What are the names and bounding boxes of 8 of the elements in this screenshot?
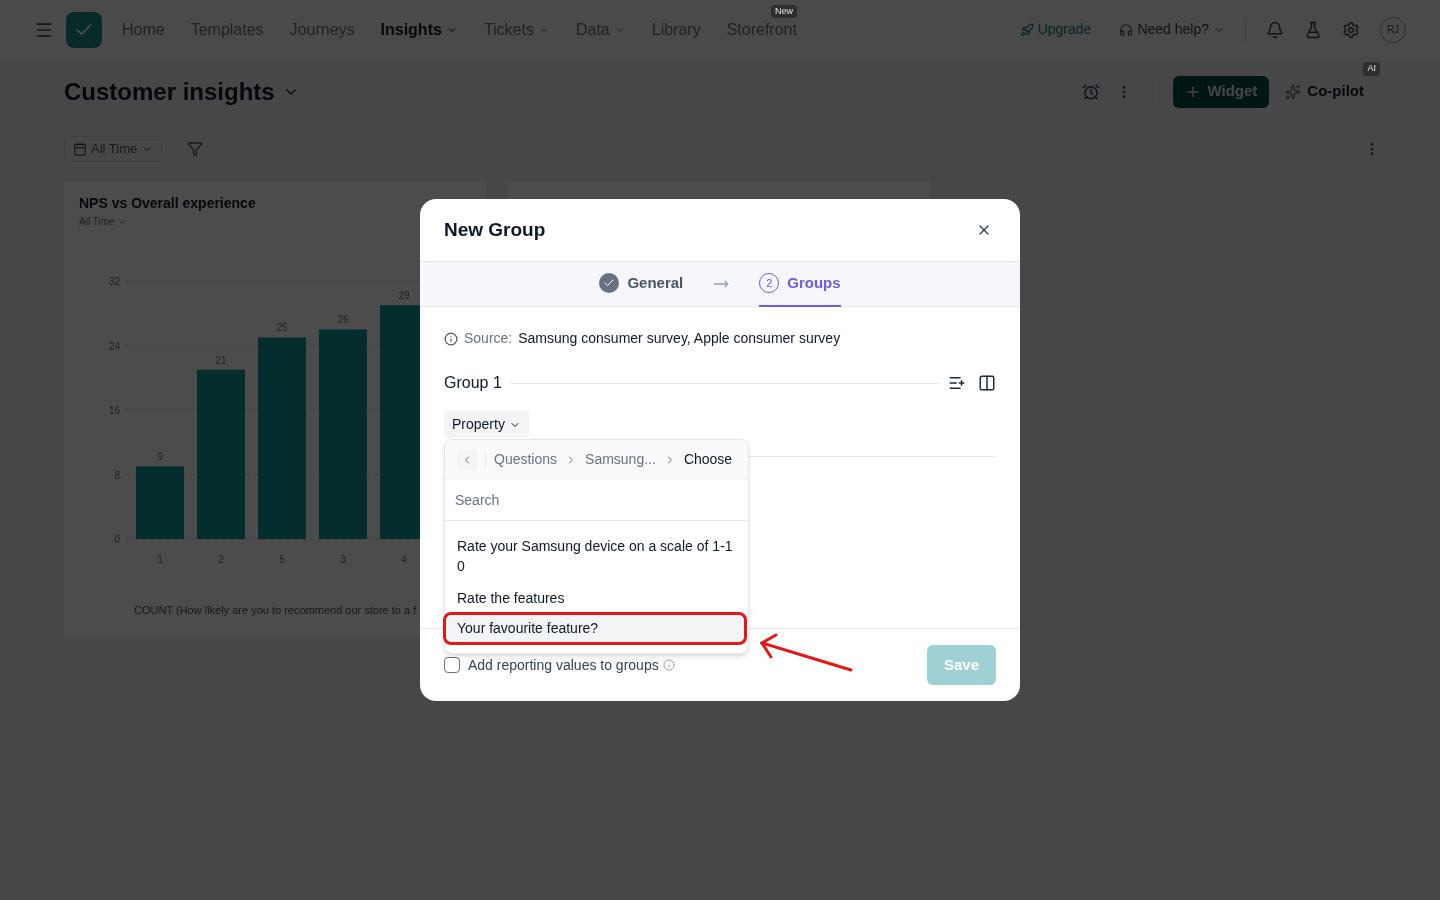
group-title: Group 1 <box>444 373 502 393</box>
dialog-title: New Group <box>444 217 546 242</box>
checkbox-label: Add reporting values to groups <box>468 655 659 675</box>
ai-badge: AI <box>1363 62 1380 76</box>
page-title: Customer insights <box>64 76 275 107</box>
chart-title: NPS vs Overall experience <box>79 194 257 213</box>
source-label: Source: <box>464 329 513 348</box>
source-text: Samsung consumer survey, Apple consumer survey <box>518 329 841 348</box>
